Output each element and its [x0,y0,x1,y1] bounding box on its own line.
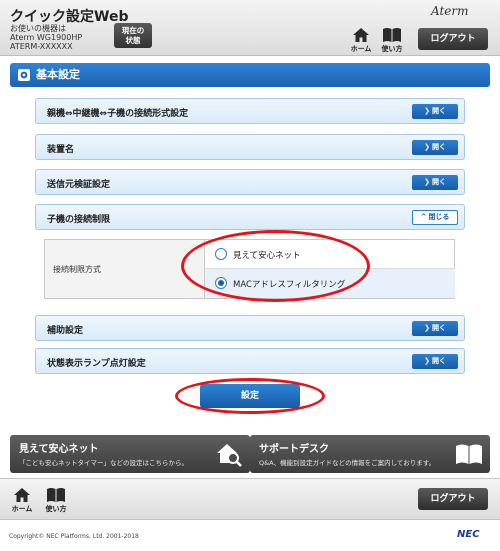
device-model: Aterm WG1900HP [10,33,83,42]
home-button[interactable]: ホーム [347,27,375,54]
chevron-down-icon: ❯ [424,143,430,151]
home-icon [353,28,369,42]
accordion-device-name[interactable]: 装置名 ❯ 開く [35,134,465,160]
accordion-client-restriction[interactable]: 子機の接続制限 ^ 閉じる [35,204,465,230]
manual-button[interactable]: 使い方 [378,27,406,54]
accordion-connection-type[interactable]: 親機⇔中継機⇔子機の接続形式設定 ❯ 開く [35,98,465,124]
tile-subtitle: Q&A、機能別設定ガイドなどの情報をご案内しております。 [259,459,436,467]
device-id: ATERM-XXXXXX [10,42,73,51]
accordion-label: 状態表示ランプ点灯設定 [47,359,146,369]
open-button[interactable]: ❯ 開く [412,321,458,336]
radio-mieteanshin[interactable] [215,248,227,260]
accordion-label: 送信元検証設定 [47,180,111,190]
accordion-label: 装置名 [47,145,75,155]
footer-home-button[interactable]: ホーム [8,487,36,514]
manual-label: 使い方 [45,505,67,513]
current-status-label-1: 現在の [121,26,145,35]
logout-button[interactable]: ログアウト [418,28,488,50]
footer-bar: ホーム 使い方 ログアウト [0,478,500,520]
section-header: 基本設定 [10,63,490,87]
book-icon [47,488,65,502]
book-icon [383,28,401,42]
device-caption: お使いの機器は [10,24,66,33]
accordion-status-lamp[interactable]: 状態表示ランプ点灯設定 ❯ 開く [35,348,465,374]
chevron-up-icon: ^ [420,213,427,221]
option-mac-filtering[interactable]: MACアドレスフィルタリング [205,269,455,298]
option-mieteanshin[interactable]: 見えて安心ネット [205,240,455,269]
house-search-icon [217,444,242,467]
open-button[interactable]: ❯ 開く [412,140,458,155]
header-bar: クイック設定Web お使いの機器は Aterm WG1900HP ATERM-X… [0,0,500,56]
book-icon [456,444,482,464]
home-label: ホーム [350,45,372,53]
app-title: クイック設定Web [10,9,129,25]
accordion-auxiliary-settings[interactable]: 補助設定 ❯ 開く [35,315,465,341]
tile-title: サポートデスク [259,444,329,455]
mieteanshin-tile[interactable]: 見えて安心ネット 「こども安心ネットタイマー」などの設定はこちらから。 [10,435,250,473]
chevron-down-icon: ❯ [424,107,430,115]
manual-label: 使い方 [381,45,403,53]
option-label: MACアドレスフィルタリング [233,280,346,290]
restriction-method-panel: 接続制限方式 見えて安心ネット MACアドレスフィルタリング [44,239,455,299]
open-label: 開く [431,357,446,365]
current-status-label-2: 状態 [125,36,141,45]
aterm-logo: Aterm [431,4,469,18]
option-label: 見えて安心ネット [233,251,301,261]
close-label: 閉じる [428,213,450,221]
close-button[interactable]: ^ 閉じる [412,210,458,225]
footer-manual-button[interactable]: 使い方 [42,487,70,514]
open-label: 開く [431,178,446,186]
open-button[interactable]: ❯ 開く [412,104,458,119]
open-button[interactable]: ❯ 開く [412,175,458,190]
current-status-button[interactable]: 現在の 状態 [114,23,152,48]
nec-logo: NEC [457,529,480,540]
home-label: ホーム [11,505,33,513]
field-label-cell: 接続制限方式 [45,240,205,298]
open-label: 開く [431,324,446,332]
open-label: 開く [431,107,446,115]
restriction-method-label: 接続制限方式 [53,265,101,274]
open-label: 開く [431,143,446,151]
accordion-source-verification[interactable]: 送信元検証設定 ❯ 開く [35,169,465,195]
support-desk-tile[interactable]: サポートデスク Q&A、機能別設定ガイドなどの情報をご案内しております。 [250,435,490,473]
accordion-label: 親機⇔中継機⇔子機の接続形式設定 [47,109,189,119]
set-button[interactable]: 設定 [200,384,300,408]
section-title: 基本設定 [36,68,80,81]
radio-mac-filtering[interactable] [215,277,227,289]
home-icon [14,488,30,502]
chevron-down-icon: ❯ [424,324,430,332]
footer-logout-button[interactable]: ログアウト [418,488,488,510]
accordion-label: 子機の接続制限 [47,215,111,225]
accordion-label: 補助設定 [47,326,84,336]
chevron-down-icon: ❯ [424,357,430,365]
gear-icon [18,69,30,81]
tile-title: 見えて安心ネット [19,444,99,455]
tile-subtitle: 「こども安心ネットタイマー」などの設定はこちらから。 [19,459,188,467]
copyright-text: Copyright© NEC Platforms, Ltd. 2001-2018 [9,533,139,540]
open-button[interactable]: ❯ 開く [412,354,458,369]
chevron-down-icon: ❯ [424,178,430,186]
